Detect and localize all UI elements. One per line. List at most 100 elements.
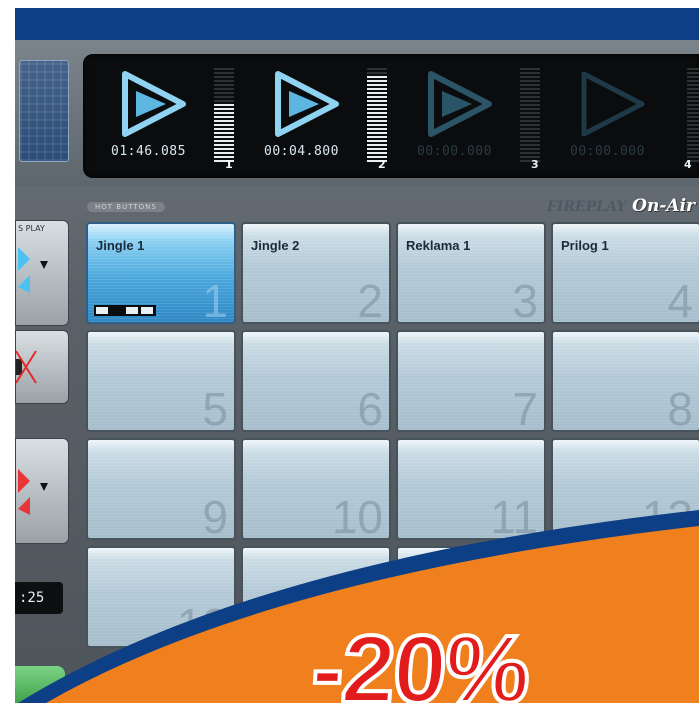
play-icon[interactable] <box>121 70 193 138</box>
meter-segment <box>367 68 387 70</box>
hot-button-6[interactable]: 6 <box>241 330 391 432</box>
hot-button-12[interactable]: 12 <box>551 438 699 540</box>
meter-segment <box>687 72 699 74</box>
meter-segment <box>214 132 234 134</box>
meter-segment <box>214 116 234 118</box>
progress-cell <box>96 307 108 314</box>
player-number: 2 <box>378 158 386 171</box>
hot-button-11[interactable]: 11 <box>396 438 546 540</box>
play-icon[interactable] <box>274 70 346 138</box>
meter-segment <box>214 108 234 110</box>
hot-button-number: 10 <box>331 491 383 540</box>
meter-segment <box>367 112 387 114</box>
hot-button-3[interactable]: Reklama 1 3 <box>396 222 546 324</box>
meter-segment <box>520 108 540 110</box>
meter-segment <box>367 104 387 106</box>
meter-segment <box>214 128 234 130</box>
meter-segment <box>367 132 387 134</box>
hot-button-13[interactable]: 13 <box>86 546 236 648</box>
hot-button-16[interactable]: 16 <box>551 546 699 648</box>
screenshot-frame: 01:46.085 1 00:04.800 2 00:00.000 3 00:0… <box>15 8 699 703</box>
meter-segment <box>687 96 699 98</box>
meter-segment <box>367 116 387 118</box>
hot-button-number: 16 <box>641 599 693 648</box>
meter-segment <box>520 132 540 134</box>
hot-button-number: 3 <box>512 275 538 324</box>
meter-segment <box>520 152 540 154</box>
hot-button-5[interactable]: 5 <box>86 330 236 432</box>
meter-segment <box>520 80 540 82</box>
meter-segment <box>687 140 699 142</box>
player-4[interactable]: 00:00.000 4 <box>542 54 699 178</box>
player-3[interactable]: 00:00.000 3 <box>389 54 541 178</box>
play-icon[interactable] <box>427 70 499 138</box>
app-logo-tile <box>19 60 69 162</box>
hot-button-10[interactable]: 10 <box>241 438 391 540</box>
meter-segment <box>367 96 387 98</box>
hot-button-number: 8 <box>667 383 693 432</box>
hot-button-title: Prilog 1 <box>561 238 609 253</box>
hot-button-4[interactable]: Prilog 1 4 <box>551 222 699 324</box>
fireplay-app: 01:46.085 1 00:04.800 2 00:00.000 3 00:0… <box>15 40 699 703</box>
hot-button-9[interactable]: 9 <box>86 438 236 540</box>
meter-segment <box>520 128 540 130</box>
meter-segment <box>214 72 234 74</box>
meter-segment <box>687 68 699 70</box>
auto-play-button[interactable]: S PLAY <box>15 220 69 326</box>
hot-button-8[interactable]: 8 <box>551 330 699 432</box>
meter-segment <box>214 84 234 86</box>
meter-segment <box>687 92 699 94</box>
hot-button-number: 11 <box>490 491 538 540</box>
meter-segment <box>520 124 540 126</box>
meter-segment <box>520 68 540 70</box>
meter-segment <box>367 144 387 146</box>
meter-segment <box>687 112 699 114</box>
meter-segment <box>367 108 387 110</box>
meter-segment <box>214 88 234 90</box>
players-panel: 01:46.085 1 00:04.800 2 00:00.000 3 00:0… <box>83 54 699 178</box>
hot-button-2[interactable]: Jingle 2 2 <box>241 222 391 324</box>
hot-button-7[interactable]: 7 <box>396 330 546 432</box>
hot-button-number: 12 <box>641 491 693 540</box>
level-meter <box>214 64 234 162</box>
meter-segment <box>687 80 699 82</box>
meter-segment <box>214 76 234 78</box>
meter-segment <box>687 136 699 138</box>
meter-segment <box>214 92 234 94</box>
hot-button-title: Reklama 1 <box>406 238 471 253</box>
meter-segment <box>520 120 540 122</box>
hot-button-number: 6 <box>357 383 383 432</box>
meter-segment <box>214 120 234 122</box>
meter-segment <box>687 132 699 134</box>
meter-segment <box>367 136 387 138</box>
meter-segment <box>214 68 234 70</box>
player-1[interactable]: 01:46.085 1 <box>83 54 235 178</box>
play-icon[interactable] <box>580 70 652 138</box>
player-2[interactable]: 00:04.800 2 <box>236 54 388 178</box>
meter-segment <box>214 80 234 82</box>
meter-segment <box>687 124 699 126</box>
hot-button-number: 4 <box>667 275 693 324</box>
meter-segment <box>520 140 540 142</box>
meter-segment <box>687 120 699 122</box>
meter-segment <box>367 72 387 74</box>
green-status-button[interactable] <box>15 666 65 703</box>
meter-segment <box>520 116 540 118</box>
meter-segment <box>214 112 234 114</box>
meter-segment <box>214 104 234 106</box>
hot-button-number: 13 <box>176 599 228 648</box>
player-time: 00:04.800 <box>264 144 339 159</box>
meter-segment <box>367 128 387 130</box>
hot-button-1[interactable]: Jingle 1 1 <box>86 222 236 324</box>
meter-segment <box>520 100 540 102</box>
hot-button-title: Jingle 2 <box>251 238 300 253</box>
player-number: 4 <box>684 158 692 171</box>
stop-all-button[interactable] <box>15 330 69 404</box>
meter-segment <box>687 100 699 102</box>
hot-buttons-header: HOT BUTTONS FIREPLAY On-Air <box>83 196 699 218</box>
meter-segment <box>367 76 387 78</box>
meter-segment <box>520 136 540 138</box>
shuffle-play-button[interactable] <box>15 438 69 544</box>
meter-segment <box>214 96 234 98</box>
meter-segment <box>367 124 387 126</box>
